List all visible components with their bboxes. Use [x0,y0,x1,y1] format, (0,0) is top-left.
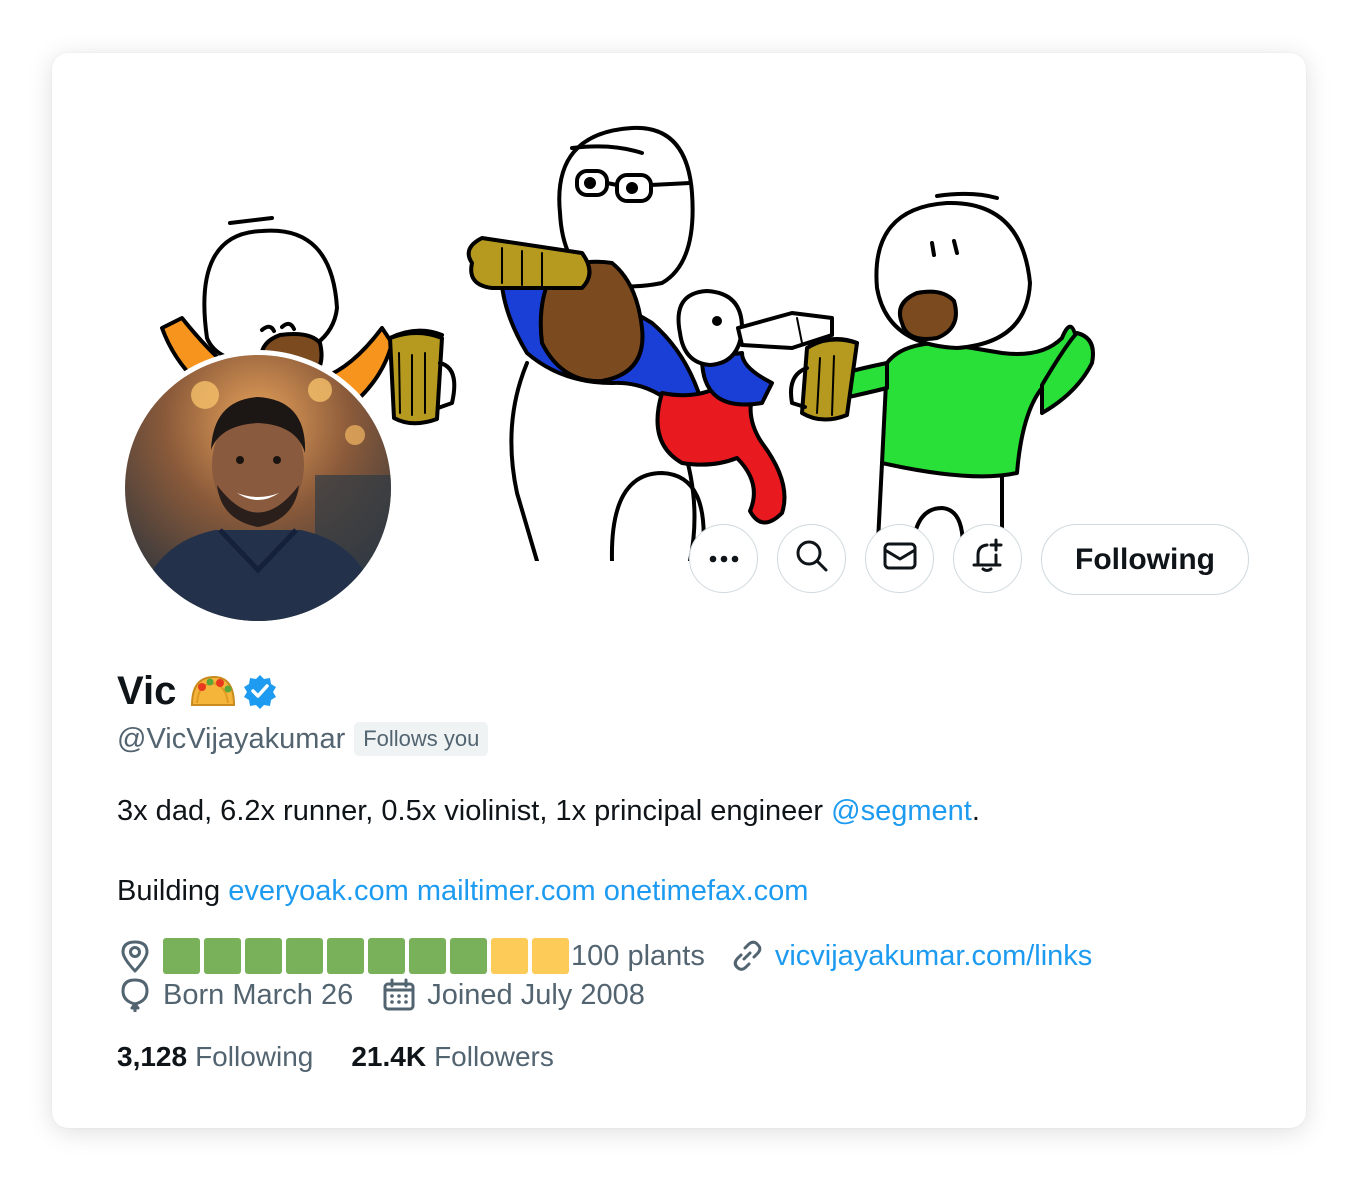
profile-card: Following Vic @VicVijayakumar Follows yo… [52,53,1306,1128]
bio-line-1: 3x dad, 6.2x runner, 0.5x violinist, 1x … [117,791,1237,831]
follows-you-badge: Follows you [354,722,489,756]
joined-text: Joined July 2008 [427,978,645,1011]
bio-line-2: Building everyoak.com mailtimer.com onet… [117,871,1237,911]
calendar-icon [381,977,417,1013]
followers-count: 21.4K [351,1041,427,1072]
bio-building-text: Building [117,875,229,907]
envelope-icon [883,541,917,576]
mailtimer-link[interactable]: mailtimer.com [417,875,596,907]
yellow-square [491,938,528,974]
profile-avatar[interactable] [120,350,396,626]
link-icon [729,938,765,974]
birthday-text: Born March 26 [163,978,354,1011]
green-square [245,938,282,974]
verified-badge-icon[interactable] [242,673,278,709]
handle-row: @VicVijayakumar Follows you [117,719,489,759]
bio-period: . [971,795,980,827]
user-handle: @VicVijayakumar [117,722,346,755]
segment-mention-link[interactable]: @segment [831,795,972,827]
plant-squares [163,938,569,974]
green-square [450,938,487,974]
everyoak-link[interactable]: everyoak.com [228,875,409,907]
search-profile-button[interactable] [777,524,846,593]
name-row: Vic [117,667,278,715]
green-square [163,938,200,974]
green-square [409,938,446,974]
green-square [286,938,323,974]
display-name: Vic [117,668,177,713]
more-button[interactable] [689,524,758,593]
follow-stats: 3,128 Following 21.4K Followers [117,1037,554,1077]
location-text: 100 plants [571,939,705,972]
location-pin-icon [117,938,153,974]
profile-bio: 3x dad, 6.2x runner, 0.5x violinist, 1x … [117,791,1237,911]
followers-stat-label: Followers [434,1041,554,1072]
more-icon [709,550,739,568]
website-link[interactable]: vicvijayakumar.com/links [775,940,1092,973]
green-square [368,938,405,974]
yellow-square [532,938,569,974]
following-stat[interactable]: 3,128 Following [117,1041,313,1073]
onetimefax-link[interactable]: onetimefax.com [604,875,809,907]
balloon-icon [117,977,153,1013]
followers-stat[interactable]: 21.4K Followers [351,1041,554,1073]
notify-button[interactable] [953,524,1022,593]
following-button[interactable]: Following [1041,524,1249,595]
bio-text: 3x dad, 6.2x runner, 0.5x violinist, 1x … [117,795,832,827]
bell-plus-icon [970,538,1006,579]
message-button[interactable] [865,524,934,593]
meta-row-2: Born March 26 Joined July 2008 [117,975,645,1015]
taco-emoji [188,673,236,709]
meta-row-1: 100 plants vicvijayakumar.com/links [117,936,1092,976]
search-icon [795,539,829,578]
green-square [327,938,364,974]
following-stat-label: Following [195,1041,314,1072]
green-square [204,938,241,974]
following-count: 3,128 [117,1041,188,1072]
